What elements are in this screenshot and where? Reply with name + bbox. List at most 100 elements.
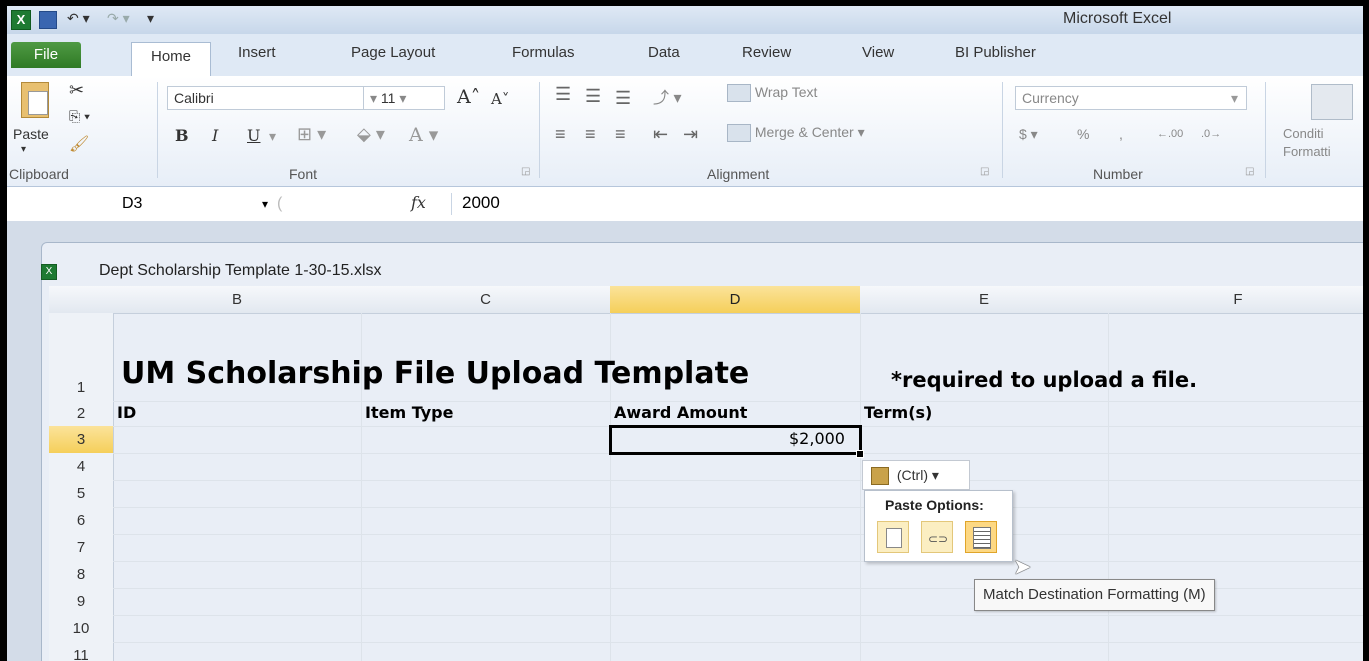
name-box[interactable]: D3 ▾ (	[7, 191, 282, 217]
merge-center-button[interactable]: Merge & Center ▾	[727, 124, 865, 143]
formula-input[interactable]: 2000	[462, 193, 500, 213]
row-header-1[interactable]: 1	[49, 313, 114, 402]
tab-page-layout[interactable]: Page Layout	[351, 44, 435, 61]
underline-dropdown-icon[interactable]: ▾	[269, 128, 276, 145]
increase-indent-icon[interactable]: ⇥	[683, 124, 698, 145]
cell-d3-value[interactable]: $2,000	[789, 429, 845, 448]
paste-keep-source-icon[interactable]	[877, 521, 909, 553]
font-color-icon[interactable]: A ▾	[409, 124, 438, 146]
gridline	[860, 313, 861, 661]
cell-d2-header[interactable]: Award Amount	[614, 403, 747, 422]
align-right-icon[interactable]: ≡	[615, 124, 626, 145]
align-bottom-icon[interactable]: ☰	[615, 88, 631, 109]
workbook-title: Dept Scholarship Template 1-30-15.xlsx	[99, 262, 382, 279]
fill-color-icon[interactable]: ⬙ ▾	[357, 124, 385, 145]
number-dialog-launcher-icon[interactable]: ◲	[1245, 166, 1254, 177]
tab-file[interactable]: File	[11, 42, 81, 68]
copy-icon[interactable]: ⎘ ▾	[69, 108, 90, 125]
tab-home[interactable]: Home	[131, 42, 211, 76]
grow-font-icon[interactable]: A˄	[457, 86, 480, 108]
italic-button[interactable]: I	[212, 126, 218, 145]
tab-data[interactable]: Data	[648, 44, 680, 61]
conditional-formatting-icon[interactable]	[1311, 84, 1353, 120]
conditional-formatting-label-2[interactable]: Formatti	[1283, 144, 1331, 159]
insert-function-icon[interactable]: fx	[411, 193, 426, 212]
paste-icon[interactable]	[21, 82, 55, 122]
row-header-9[interactable]: 9	[49, 588, 114, 616]
shrink-font-label: A	[491, 90, 502, 108]
number-format-value: Currency	[1022, 90, 1079, 106]
gridline	[113, 615, 1363, 616]
font-dialog-launcher-icon[interactable]: ◲	[521, 166, 530, 177]
select-all-button[interactable]	[49, 286, 114, 314]
shrink-font-icon[interactable]: A˅	[491, 90, 509, 108]
percent-button[interactable]: %	[1077, 126, 1089, 142]
cut-icon[interactable]: ✂	[69, 80, 84, 101]
row-header-6[interactable]: 6	[49, 507, 114, 535]
tab-bi-publisher[interactable]: BI Publisher	[955, 44, 1036, 61]
tab-insert[interactable]: Insert	[238, 44, 276, 61]
tab-review[interactable]: Review	[742, 44, 791, 61]
increase-decimal-button[interactable]: ←.00	[1157, 128, 1183, 140]
column-header-f[interactable]: F	[1108, 286, 1363, 314]
borders-icon[interactable]: ⊞ ▾	[297, 124, 326, 145]
cell-b2-header[interactable]: ID	[117, 403, 136, 422]
align-left-icon[interactable]: ≡	[555, 124, 566, 145]
cell-e1-required-note[interactable]: *required to upload a file.	[891, 368, 1197, 392]
orientation-icon[interactable]: ⤴ ▾	[653, 84, 681, 108]
row-header-11[interactable]: 11	[49, 642, 114, 661]
paste-dropdown-icon[interactable]: ▾	[21, 144, 26, 155]
row-header-2[interactable]: 2	[49, 401, 114, 427]
decrease-indent-icon[interactable]: ⇤	[653, 124, 668, 145]
column-header-b[interactable]: B	[113, 286, 362, 314]
align-center-icon[interactable]: ≡	[585, 124, 596, 145]
format-painter-icon[interactable]: 🖌	[69, 134, 89, 154]
gridline	[113, 534, 1363, 535]
ribbon-tabs: File Home Insert Page Layout Formulas Da…	[7, 34, 1363, 77]
bold-button[interactable]: B	[175, 126, 189, 145]
font-name-box[interactable]: Calibri	[167, 86, 365, 110]
wrap-text-button[interactable]: Wrap Text	[727, 84, 817, 103]
paste-match-destination-icon[interactable]	[965, 521, 997, 553]
cell-e2-header[interactable]: Term(s)	[864, 403, 932, 422]
save-icon[interactable]	[39, 10, 57, 30]
column-header-e[interactable]: E	[860, 286, 1109, 314]
increase-decimal-label: .00	[1168, 128, 1184, 140]
row-header-5[interactable]: 5	[49, 480, 114, 508]
underline-button[interactable]: U	[247, 126, 260, 145]
row-header-3[interactable]: 3	[49, 426, 114, 454]
font-size-box[interactable]: ▾ 11 ▾	[363, 86, 445, 110]
font-group-label: Font	[289, 166, 318, 182]
row-header-4[interactable]: 4	[49, 453, 114, 481]
gridline	[113, 507, 1363, 508]
tab-view[interactable]: View	[862, 44, 894, 61]
currency-button[interactable]: $ ▾	[1019, 126, 1038, 143]
number-format-box[interactable]: Currency ▾	[1015, 86, 1247, 110]
cell-b1-title[interactable]: UM Scholarship File Upload Template	[121, 356, 749, 391]
row-header-7[interactable]: 7	[49, 534, 114, 562]
name-box-dropdown-icon[interactable]: ▾	[262, 191, 268, 217]
column-header-c[interactable]: C	[361, 286, 611, 314]
alignment-dialog-launcher-icon[interactable]: ◲	[980, 166, 989, 177]
tab-formulas[interactable]: Formulas	[512, 44, 575, 61]
merge-center-icon	[727, 124, 751, 143]
paste-options-button[interactable]: (Ctrl) ▾	[862, 460, 970, 490]
align-top-icon[interactable]: ☰	[555, 84, 571, 105]
align-middle-icon[interactable]: ☰	[585, 86, 601, 107]
row-header-10[interactable]: 10	[49, 615, 114, 643]
excel-logo-icon: X	[11, 10, 31, 30]
redo-icon[interactable]: ↷ ▾	[107, 10, 130, 30]
fill-handle[interactable]	[856, 450, 864, 458]
paste-link-icon[interactable]: ⊂⊃	[921, 521, 953, 553]
customize-qat-icon[interactable]: ▾	[147, 10, 154, 30]
column-header-d[interactable]: D	[610, 286, 861, 314]
cell-c2-header[interactable]: Item Type	[365, 403, 453, 422]
row-header-8[interactable]: 8	[49, 561, 114, 589]
undo-icon[interactable]: ↶ ▾	[67, 10, 90, 30]
comma-button[interactable]: ,	[1119, 126, 1123, 142]
conditional-formatting-label-1[interactable]: Conditi	[1283, 126, 1323, 141]
decrease-decimal-button[interactable]: .0→	[1201, 128, 1221, 140]
clipboard-icon	[871, 467, 889, 486]
paste-button[interactable]: Paste	[13, 126, 49, 142]
merge-center-label: Merge & Center	[754, 124, 854, 140]
